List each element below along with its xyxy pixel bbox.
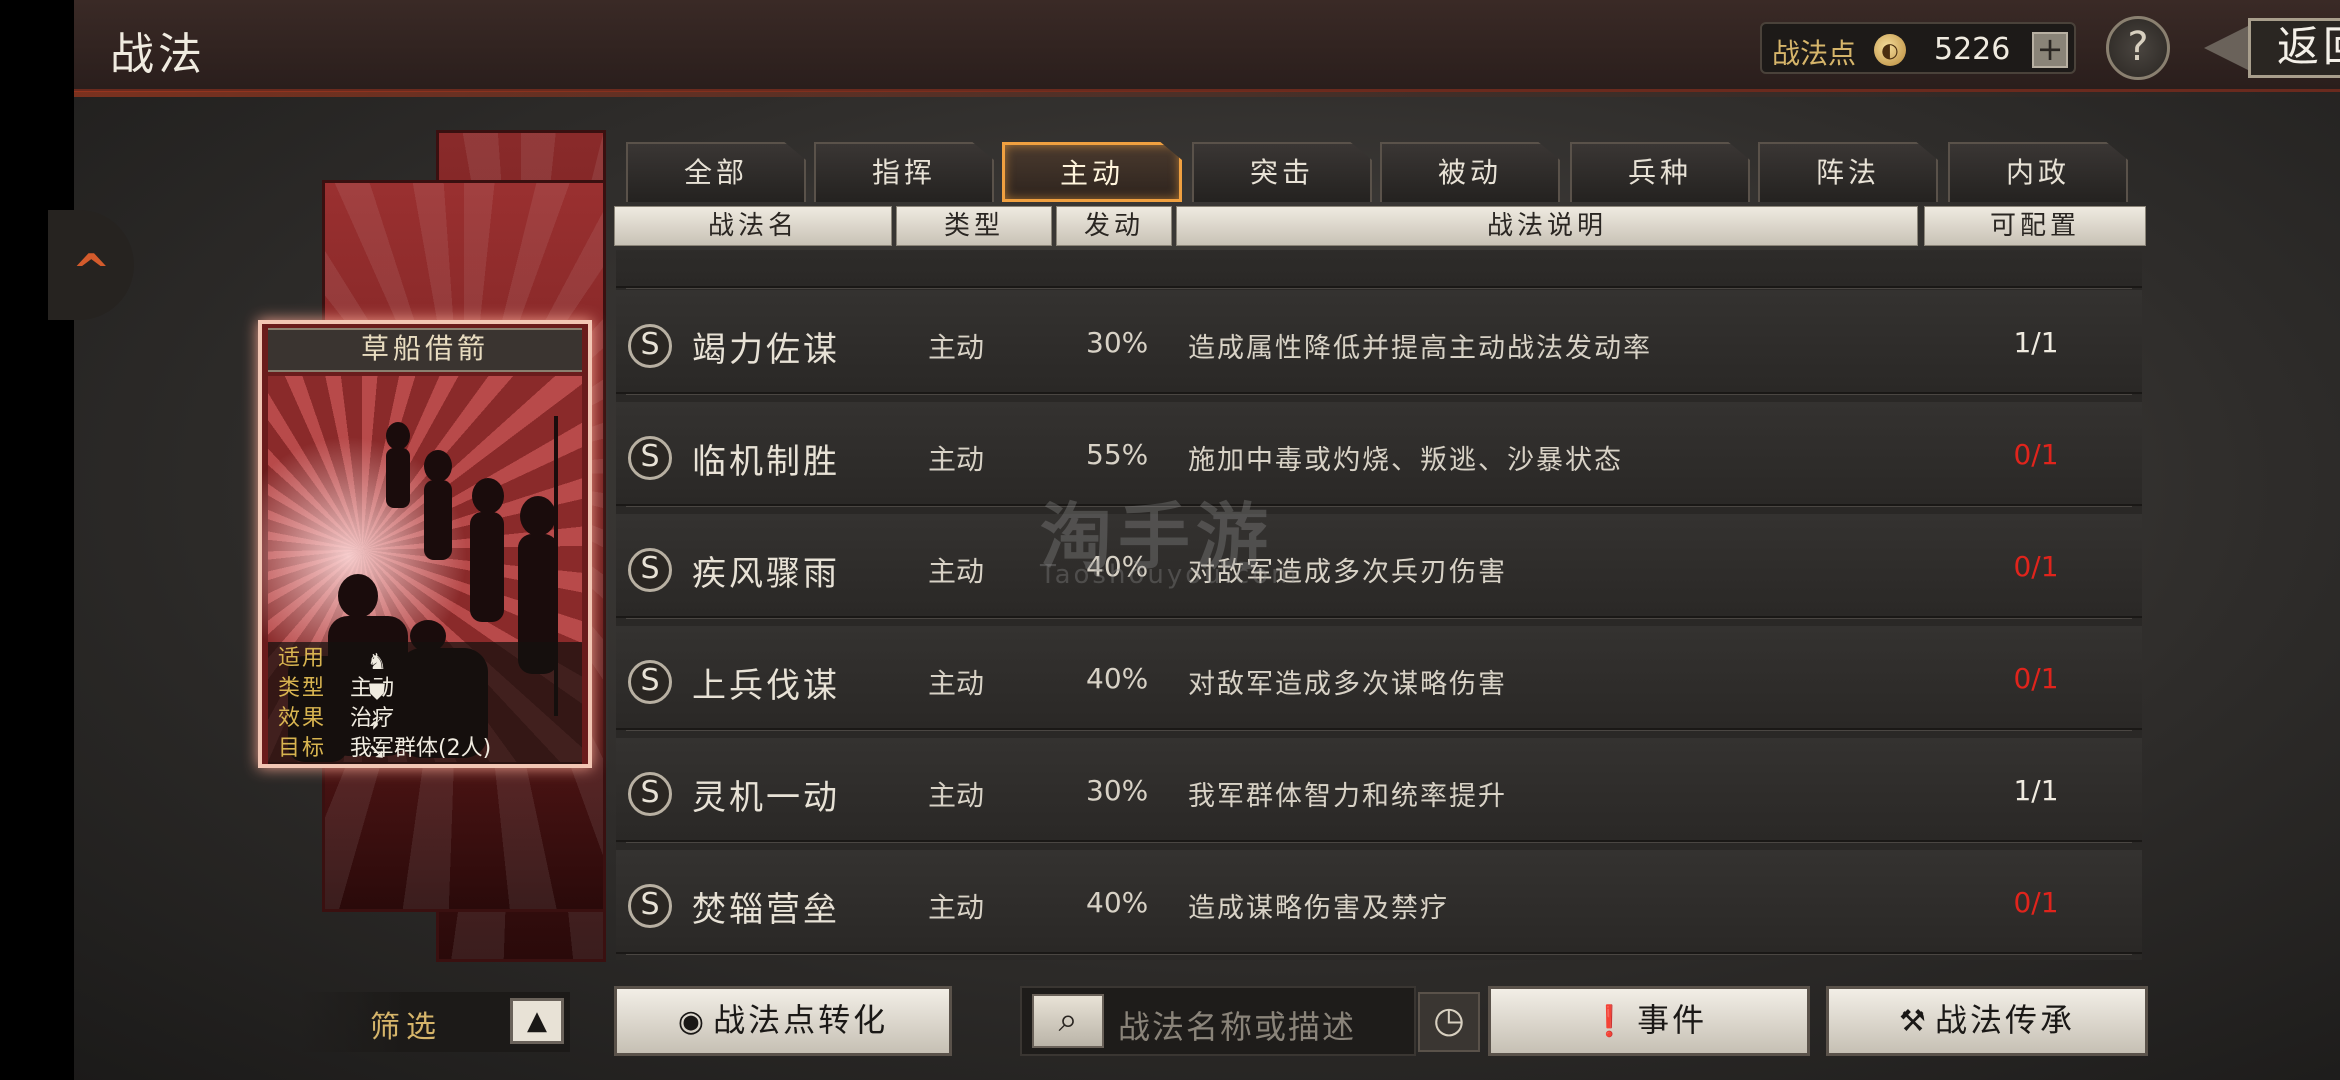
effect-label: 效果 xyxy=(278,706,327,731)
search-input[interactable]: 战法名称或描述 xyxy=(1118,1002,1356,1048)
grade-s-icon: S xyxy=(628,436,672,480)
fire-icon: ◉ xyxy=(677,1004,708,1039)
tactic-type: 主动 xyxy=(928,443,985,476)
tactic-points-label: 战法点 xyxy=(1772,37,1857,70)
list-item[interactable]: S 焚辎营垒 主动 40% 造成谋略伤害及禁疗 0/1 xyxy=(616,850,2142,955)
list-item[interactable]: S 疾风骤雨 主动 40% 对敌军造成多次兵刃伤害 0/1 xyxy=(616,514,2142,619)
back-arrow-icon xyxy=(2204,24,2252,72)
tactic-name: 焚辎营垒 xyxy=(692,890,840,930)
grade-s-icon: S xyxy=(628,772,672,816)
tactic-rate: 30% xyxy=(1086,326,1149,359)
tactic-rate: 40% xyxy=(1086,662,1149,695)
list-item[interactable]: S 上兵伐谋 主动 40% 对敌军造成多次谋略伤害 0/1 xyxy=(616,626,2142,731)
tactic-config: 0/1 xyxy=(2013,550,2059,583)
back-button[interactable]: 返回 xyxy=(2204,18,2340,78)
column-type[interactable]: 类型 xyxy=(896,206,1052,246)
tactic-name: 上兵伐谋 xyxy=(692,666,840,706)
tactic-rate: 30% xyxy=(1086,774,1149,807)
search-box[interactable]: ⌕ 战法名称或描述 xyxy=(1020,986,1416,1056)
game-screen: 战法 战法点 ◐ 5226 + ? 返回 ^ 草船借箭 xyxy=(0,0,2340,1080)
column-rate[interactable]: 发动 xyxy=(1056,206,1172,246)
filter-label: 筛选 xyxy=(370,1010,442,1045)
back-button-label: 返回 xyxy=(2248,18,2340,78)
tab-command[interactable]: 指挥 xyxy=(814,142,994,202)
list-item-partial xyxy=(616,250,2142,289)
tactic-description: 我军群体智力和统率提升 xyxy=(1188,781,1507,812)
applies-label: 适用 xyxy=(278,646,327,671)
page-title: 战法 xyxy=(110,29,206,80)
tab-active[interactable]: 主动 xyxy=(1002,142,1182,202)
list-item[interactable]: S 竭力佐谋 主动 30% 造成属性降低并提高主动战法发动率 1/1 xyxy=(616,290,2142,395)
grade-s-icon: S xyxy=(628,884,672,928)
tactic-name: 灵机一动 xyxy=(692,778,840,818)
tactic-config: 1/1 xyxy=(2013,774,2059,807)
tactic-description: 对敌军造成多次谋略伤害 xyxy=(1188,669,1507,700)
tab-all[interactable]: 全部 xyxy=(626,142,806,202)
convert-points-label: 战法点转化 xyxy=(713,1001,889,1039)
hammer-icon: ⚒ xyxy=(1899,1004,1929,1039)
tactic-list[interactable]: S 竭力佐谋 主动 30% 造成属性降低并提高主动战法发动率 1/1 S 临机制… xyxy=(616,250,2142,960)
search-icon[interactable]: ⌕ xyxy=(1032,994,1104,1048)
tactic-name: 临机制胜 xyxy=(692,442,840,482)
selected-tactic-card[interactable]: 草船借箭 适用 ♞⛊➶➘✇ xyxy=(258,320,592,768)
card-info-panel: 适用 ♞⛊➶➘✇ 类型主动 效果治疗 目标我军群体(2人) xyxy=(268,642,582,764)
tactic-config: 0/1 xyxy=(2013,662,2059,695)
tactic-name: 疾风骤雨 xyxy=(692,554,840,594)
tab-formation[interactable]: 阵法 xyxy=(1758,142,1938,202)
tactic-rate: 40% xyxy=(1086,886,1149,919)
chevron-up-icon: ^ xyxy=(72,244,111,298)
tactic-point-coin-icon: ◐ xyxy=(1874,34,1906,66)
tactic-config: 0/1 xyxy=(2013,438,2059,471)
screen-edge xyxy=(0,0,74,1080)
tactic-config: 0/1 xyxy=(2013,886,2059,919)
type-label: 类型 xyxy=(278,676,327,701)
clock-icon[interactable]: ◷ xyxy=(1418,992,1480,1052)
top-bar: 战法 战法点 ◐ 5226 + ? 返回 xyxy=(74,0,2340,97)
filter-toggle-button[interactable]: ▲ xyxy=(510,998,564,1044)
tactic-type: 主动 xyxy=(928,891,985,924)
target-value: 我军群体(2人) xyxy=(350,736,492,761)
watermark-url: Taoshouyou.com xyxy=(1040,560,1300,590)
type-value: 主动 xyxy=(350,676,395,701)
events-button[interactable]: ❗ 事件 xyxy=(1488,986,1810,1056)
grade-s-icon: S xyxy=(628,660,672,704)
add-points-button[interactable]: + xyxy=(2032,32,2068,68)
tactic-rate: 55% xyxy=(1086,438,1149,471)
filter-bar: 筛选 ▲ xyxy=(300,992,570,1052)
tab-troop[interactable]: 兵种 xyxy=(1570,142,1750,202)
column-description: 战法说明 xyxy=(1176,206,1918,246)
column-config[interactable]: 可配置 xyxy=(1924,206,2146,246)
inherit-label: 战法传承 xyxy=(1934,1001,2075,1039)
events-label: 事件 xyxy=(1637,1001,1708,1039)
card-title: 草船借箭 xyxy=(268,328,582,372)
tactic-description: 造成属性降低并提高主动战法发动率 xyxy=(1188,333,1652,364)
grade-s-icon: S xyxy=(628,548,672,592)
tab-internal[interactable]: 内政 xyxy=(1948,142,2128,202)
tactic-description: 造成谋略伤害及禁疗 xyxy=(1188,893,1449,924)
tactic-points-panel: 战法点 ◐ 5226 + xyxy=(1760,22,2076,74)
tactic-type: 主动 xyxy=(928,555,985,588)
grade-s-icon: S xyxy=(628,324,672,368)
convert-points-button[interactable]: ◉ 战法点转化 xyxy=(614,986,952,1056)
target-label: 目标 xyxy=(278,736,327,761)
tactic-type: 主动 xyxy=(928,667,985,700)
tab-assault[interactable]: 突击 xyxy=(1192,142,1372,202)
side-expand-button[interactable]: ^ xyxy=(48,210,134,320)
list-item[interactable]: S 临机制胜 主动 55% 施加中毒或灼烧、叛逃、沙暴状态 0/1 xyxy=(616,402,2142,507)
tactic-config: 1/1 xyxy=(2013,326,2059,359)
tactic-type: 主动 xyxy=(928,779,985,812)
effect-value: 治疗 xyxy=(350,706,395,731)
alert-icon: ❗ xyxy=(1590,1004,1632,1039)
inherit-button[interactable]: ⚒ 战法传承 xyxy=(1826,986,2148,1056)
list-item[interactable]: S 灵机一动 主动 30% 我军群体智力和统率提升 1/1 xyxy=(616,738,2142,843)
column-name[interactable]: 战法名 xyxy=(614,206,892,246)
tactic-name: 竭力佐谋 xyxy=(692,330,840,370)
tactic-type: 主动 xyxy=(928,331,985,364)
help-button[interactable]: ? xyxy=(2106,16,2170,80)
tab-passive[interactable]: 被动 xyxy=(1380,142,1560,202)
tactic-description: 施加中毒或灼烧、叛逃、沙暴状态 xyxy=(1188,445,1623,476)
cavalry-icon: ♞ xyxy=(367,650,387,675)
tactic-points-value: 5226 xyxy=(1934,32,2011,67)
